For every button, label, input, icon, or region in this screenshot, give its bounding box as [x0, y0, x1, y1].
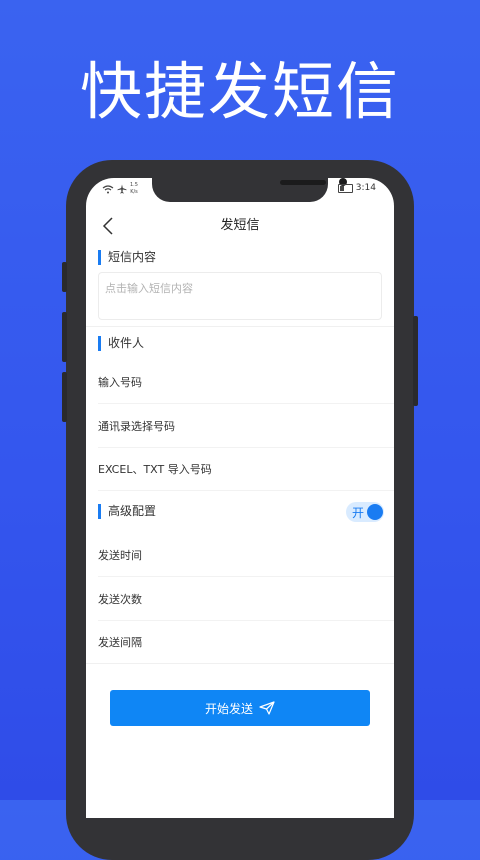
phone-volume-button — [62, 372, 67, 422]
advanced-config-label: 高级配置 — [98, 504, 156, 519]
battery-icon — [337, 183, 353, 193]
network-speed-unit: K/s — [130, 189, 138, 195]
recipients-label: 收件人 — [98, 336, 144, 351]
toggle-text: 开 — [352, 506, 365, 520]
airplane-icon — [117, 184, 127, 194]
status-bar-left: 1.5 K/s — [102, 182, 138, 196]
toggle-knob — [367, 504, 383, 520]
send-interval-option[interactable]: 发送间隔 — [98, 634, 382, 650]
network-speed-value: 1.5 — [130, 182, 138, 188]
send-count-option[interactable]: 发送次数 — [98, 591, 382, 607]
phone-screen: 1.5 K/s 3:14 发短信 短信内容 点击输入短信内容 收件人 输入号码 … — [86, 178, 394, 818]
import-file-option[interactable]: EXCEL、TXT 导入号码 — [98, 461, 382, 477]
status-bar-right: 3:14 — [337, 183, 376, 193]
sms-content-input[interactable]: 点击输入短信内容 — [98, 272, 382, 320]
enter-number-option[interactable]: 输入号码 — [98, 374, 382, 390]
row-divider — [98, 576, 394, 577]
nav-bar: 发短信 — [86, 208, 394, 238]
start-send-button[interactable]: 开始发送 — [110, 690, 370, 726]
page-title: 发短信 — [220, 218, 260, 233]
advanced-config-toggle[interactable]: 开 — [346, 502, 384, 522]
phone-notch — [152, 178, 347, 202]
row-divider — [98, 403, 394, 404]
send-time-option[interactable]: 发送时间 — [98, 547, 382, 563]
phone-volume-button — [62, 312, 67, 362]
phone-volume-button — [62, 262, 67, 292]
speaker — [280, 180, 326, 185]
row-divider — [98, 620, 394, 621]
contacts-select-option[interactable]: 通讯录选择号码 — [98, 418, 382, 434]
section-divider — [86, 326, 394, 327]
sms-content-label: 短信内容 — [98, 250, 156, 265]
phone-power-button — [413, 316, 418, 406]
section-divider — [86, 663, 394, 664]
row-divider — [98, 490, 394, 491]
row-divider — [98, 447, 394, 448]
sms-content-placeholder: 点击输入短信内容 — [105, 282, 193, 295]
send-icon — [259, 701, 275, 715]
network-speed: 1.5 K/s — [130, 182, 138, 196]
status-time: 3:14 — [355, 183, 376, 193]
start-send-label: 开始发送 — [204, 701, 253, 716]
wifi-icon — [102, 184, 114, 193]
promo-title: 快捷发短信 — [79, 55, 400, 128]
